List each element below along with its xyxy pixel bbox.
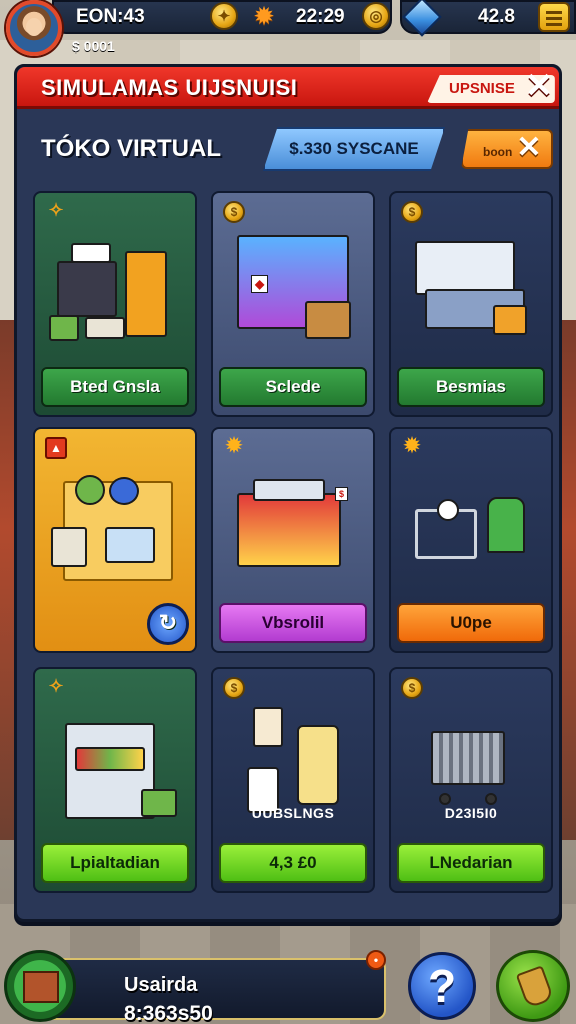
shopper-cart-illustration (401, 457, 541, 587)
store-header: TÓKO VIRTUAL $.330 SYSCANE boon ✕ (27, 123, 553, 177)
orange-action-button[interactable]: boon ✕ (461, 129, 553, 169)
player-avatar[interactable] (6, 0, 62, 56)
booth-illustration (45, 221, 185, 351)
item-label: UUBSLNGS (251, 805, 335, 821)
booth-shelf-icon (125, 251, 167, 337)
menu-line-icon (546, 11, 562, 14)
cart-wheel-icon-2 (485, 793, 497, 805)
store-button[interactable] (4, 950, 76, 1022)
gem-count: 42.8 (478, 6, 515, 27)
jar-icon (75, 475, 105, 505)
coin-icon-2: ◎ (362, 2, 390, 30)
store-name: Usairda (124, 974, 198, 996)
flag-icon: ▲ (45, 437, 67, 459)
store-card-1[interactable]: ✧ Bted Gnsla (33, 191, 197, 417)
card-button[interactable]: 4,3 £0 (219, 843, 367, 883)
orange-pill-label: boon (483, 145, 513, 159)
store-card-8[interactable]: $ UUBSLNGS 4,3 £0 (211, 667, 375, 893)
store-panel: SIMULAMAS UIJSNUISI UPSNISE ✕ TÓKO VIRTU… (14, 64, 562, 922)
jar-icon-2 (109, 477, 139, 505)
produce-row-icon (75, 747, 145, 771)
canister-icon (297, 725, 339, 805)
hud-subtext: $ 0001 (72, 38, 115, 54)
store-title: TÓKO VIRTUAL (41, 135, 221, 162)
shopping-cart-icon (431, 731, 505, 785)
top-hud: EON:43 ✦ ✹ 22:29 ◎ 42.8 $ 0001 (0, 0, 576, 62)
produce-crate-icon (141, 789, 177, 817)
hud-time: 22:29 (296, 6, 345, 27)
awning-stand-icon (305, 301, 351, 339)
store-info-plate: Usairda 8:363s50 (30, 958, 386, 1024)
refresh-icon[interactable]: ↻ (147, 603, 189, 645)
menu-line-icon (546, 17, 562, 20)
store-card-4[interactable]: ▲ ↻ (33, 427, 197, 653)
card-button[interactable]: Besmias (397, 367, 545, 407)
produce-crate-icon (493, 305, 527, 335)
display-screen-icon (415, 241, 515, 295)
coin-icon: $ (401, 677, 423, 699)
market-stall-illustration (401, 221, 541, 351)
gear-icon: ✹ (225, 435, 243, 457)
store-card-7[interactable]: ✧ Lpialtadian (33, 667, 197, 893)
card-button[interactable]: Lpialtadian (41, 843, 189, 883)
sun-icon: ✹ (253, 1, 275, 31)
shop-box-illustration: ◆ (223, 221, 363, 351)
product-box-icon (51, 527, 87, 567)
cart-icon (237, 493, 341, 567)
shopper-icon (437, 499, 459, 521)
card-button[interactable]: LNedarian (397, 843, 545, 883)
produce-case-illustration (45, 697, 185, 827)
booth-sign-icon (71, 243, 111, 263)
wrench-icon: ✧ (48, 200, 64, 220)
bottom-bar: Usairda 8:363s50 • ? (0, 946, 576, 1024)
close-icon[interactable]: ✕ (521, 69, 557, 105)
help-button[interactable]: ? (408, 952, 476, 1020)
coin-icon: $ (223, 201, 245, 223)
build-button[interactable] (496, 950, 570, 1022)
menu-button[interactable] (538, 2, 570, 32)
counter-icon (85, 317, 125, 339)
wrench-icon: ✧ (48, 676, 64, 696)
coin-icon: ✦ (210, 2, 238, 30)
item-label: D23I5I0 (444, 805, 498, 821)
cart-sign-icon (253, 479, 325, 501)
card-button[interactable]: U0pe (397, 603, 545, 643)
close-icon-2[interactable]: ✕ (511, 131, 547, 167)
gear-icon: ✹ (403, 435, 421, 457)
crate-icon (23, 971, 59, 1003)
coin-icon: $ (223, 677, 245, 699)
price-tag-icon: $ (335, 487, 349, 501)
balance-pill[interactable]: $.330 SYSCANE (263, 127, 445, 171)
milk-carton-icon (253, 707, 283, 747)
store-card-2[interactable]: $ ◆ Sclede (211, 191, 375, 417)
cart-display-illustration: $ (223, 457, 363, 587)
store-card-3[interactable]: $ Besmias (389, 191, 553, 417)
gumball-machine-icon (487, 497, 525, 553)
cart-wheel-icon (439, 793, 451, 805)
card-button[interactable]: Sclede (219, 367, 367, 407)
shop-box-stamp: ◆ (251, 275, 269, 293)
store-value: 8:363s50 (124, 1002, 213, 1024)
panel-title: SIMULAMAS UIJSNUISI (41, 75, 298, 100)
player-label: EON:43 (76, 6, 145, 27)
store-card-9[interactable]: $ D23I5I0 LNedarian (389, 667, 553, 893)
menu-line-icon (546, 23, 562, 26)
card-button[interactable]: Bted Gnsla (41, 367, 189, 407)
crate-icon (49, 315, 79, 341)
shelf-display-illustration (45, 457, 185, 587)
coin-icon: $ (401, 201, 423, 223)
hammer-icon (515, 965, 555, 1009)
notification-dot-icon: • (366, 950, 386, 970)
store-card-5[interactable]: ✹ $ Vbsrolil (211, 427, 375, 653)
avatar-face (26, 18, 42, 36)
product-box-icon-2 (105, 527, 155, 563)
booth-icon (57, 261, 117, 317)
store-card-6[interactable]: ✹ U0pe (389, 427, 553, 653)
card-button[interactable]: Vbsrolil (219, 603, 367, 643)
panel-title-bar: SIMULAMAS UIJSNUISI UPSNISE ✕ (17, 67, 559, 109)
